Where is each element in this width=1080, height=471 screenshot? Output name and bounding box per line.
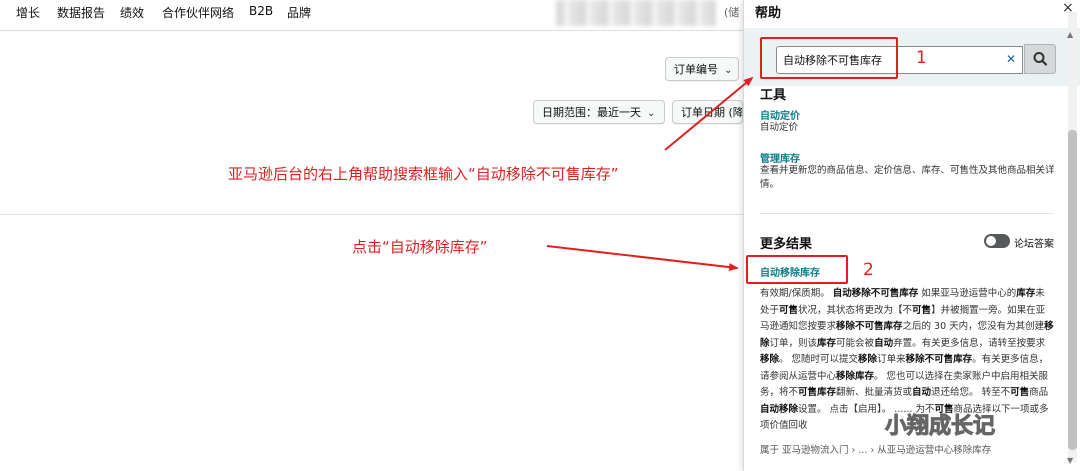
watermark: 小翔成长记 [884,414,996,440]
annotation-arrows [546,76,754,272]
arrow-to-search [664,76,754,151]
arrow-to-result [546,245,739,272]
annotation-caption-2: 点击“自动移除库存” [352,238,488,256]
annotation-caption-1: 亚马逊后台的右上角帮助搜索框输入“自动移除不可售库存” [228,165,619,183]
